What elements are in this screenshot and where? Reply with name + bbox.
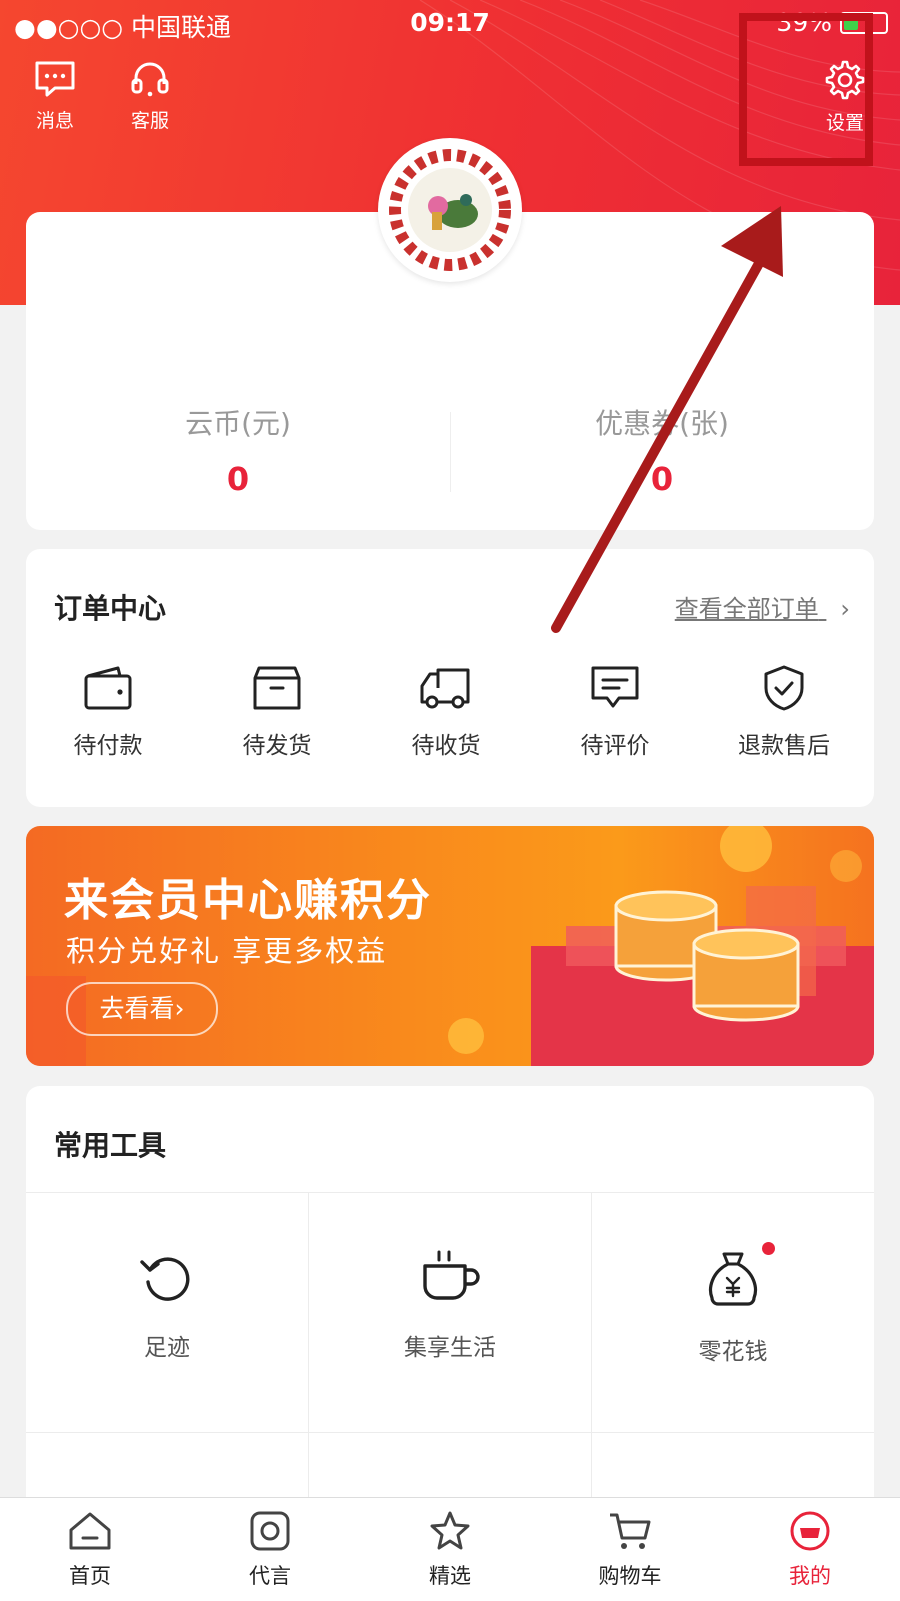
tool-footprint-label: 足迹 (144, 1335, 190, 1361)
member-center-banner[interactable]: 来会员中心赚积分 积分兑好礼 享更多权益 去看看› (26, 826, 874, 1066)
tab-home[interactable]: 首页 (30, 1510, 150, 1590)
tool-pocket-money-label: 零花钱 (698, 1339, 768, 1365)
banner-subline: 积分兑好礼 享更多权益 (66, 934, 388, 968)
customer-service-button[interactable]: 客服 (115, 58, 185, 133)
view-all-orders-label: 查看全部订单 (674, 595, 819, 623)
order-pending-payment-label: 待付款 (73, 733, 143, 759)
tab-endorse-label: 代言 (249, 1564, 291, 1588)
profile-icon (790, 1511, 830, 1551)
coffee-cup-icon (423, 1250, 480, 1300)
shield-check-icon (764, 665, 804, 711)
view-all-orders-link[interactable]: 查看全部订单 › (675, 589, 850, 624)
message-label: 消息 (35, 110, 74, 132)
order-refund-aftersale-label: 退款售后 (738, 733, 830, 759)
tool-pocket-money[interactable]: 零花钱 (592, 1242, 874, 1366)
order-pending-review-label: 待评价 (580, 733, 650, 759)
cart-icon (610, 1513, 651, 1549)
coupon-title: 优惠券(张) (595, 407, 729, 440)
message-icon (35, 61, 75, 97)
tab-featured[interactable]: 精选 (390, 1510, 510, 1590)
avatar[interactable] (378, 138, 522, 282)
cloud-coin-value: 0 (226, 460, 250, 498)
annotation-highlight-box (739, 13, 873, 166)
chevron-right-icon: › (840, 595, 850, 623)
history-icon (140, 1257, 190, 1301)
coupon-stat[interactable]: 优惠券(张) 0 (450, 402, 874, 498)
banner-headline: 来会员中心赚积分 (64, 875, 432, 926)
order-pending-payment[interactable]: 待付款 (38, 664, 178, 760)
comment-icon (591, 666, 639, 708)
common-tools-card: 常用工具 足迹 集享生活 零花钱 (26, 1086, 874, 1516)
order-pending-receipt[interactable]: 待收货 (376, 664, 516, 760)
bottom-tab-bar: 首页 代言 精选 购物车 我的 (0, 1497, 900, 1601)
order-center-card: 订单中心 查看全部订单 › 待付款 待发货 待收货 待评价 退款售后 (26, 549, 874, 807)
message-button[interactable]: 消息 (20, 58, 90, 133)
wallet-icon (84, 666, 132, 710)
money-bag-icon (708, 1252, 758, 1306)
tab-cart-label: 购物车 (598, 1564, 662, 1588)
order-pending-receipt-label: 待收货 (411, 733, 481, 759)
coupon-value: 0 (650, 460, 674, 498)
tab-mine-label: 我的 (789, 1564, 831, 1588)
tab-home-label: 首页 (69, 1564, 111, 1588)
cloud-coin-stat[interactable]: 云币(元) 0 (26, 402, 450, 498)
avatar-image (389, 149, 511, 271)
tool-shared-life-label: 集享生活 (404, 1335, 496, 1361)
tools-grid-line (26, 1432, 874, 1433)
banner-go-button[interactable]: 去看看› (66, 982, 218, 1036)
customer-service-label: 客服 (130, 110, 169, 132)
cloud-coin-title: 云币(元) (185, 407, 291, 440)
common-tools-title: 常用工具 (54, 1129, 167, 1162)
tool-footprint[interactable]: 足迹 (26, 1248, 308, 1362)
order-pending-shipment-label: 待发货 (242, 733, 312, 759)
camera-icon (250, 1511, 290, 1551)
star-icon (430, 1511, 470, 1550)
tab-featured-label: 精选 (429, 1564, 471, 1588)
tab-cart[interactable]: 购物车 (570, 1510, 690, 1590)
tab-endorse[interactable]: 代言 (210, 1510, 330, 1590)
order-pending-review[interactable]: 待评价 (545, 664, 685, 760)
truck-icon (420, 668, 470, 709)
tools-grid-line (26, 1192, 874, 1193)
headset-icon (131, 62, 169, 97)
order-refund-aftersale[interactable]: 退款售后 (714, 664, 854, 760)
home-icon (69, 1512, 111, 1550)
box-icon (253, 666, 301, 710)
order-center-title: 订单中心 (54, 592, 167, 625)
tool-shared-life[interactable]: 集享生活 (309, 1248, 591, 1362)
order-pending-shipment[interactable]: 待发货 (207, 664, 347, 760)
notification-dot (762, 1242, 775, 1255)
tab-mine[interactable]: 我的 (750, 1510, 870, 1590)
